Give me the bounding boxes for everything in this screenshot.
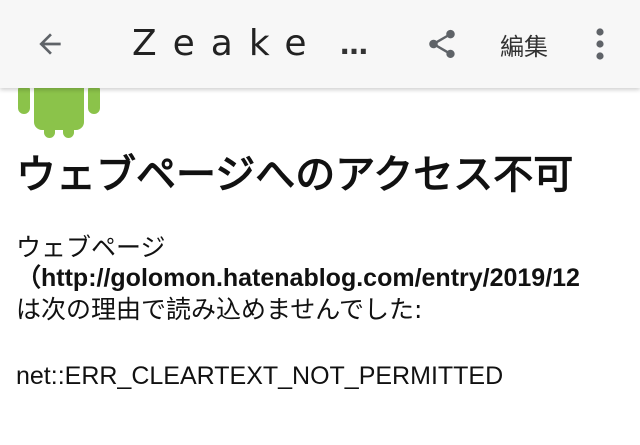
- error-code: net::ERR_CLEARTEXT_NOT_PERMITTED: [16, 362, 504, 390]
- app-toolbar: Zeake … 編集: [0, 0, 640, 88]
- share-button[interactable]: [420, 22, 464, 66]
- error-description: ウェブページ （http://golomon.hatenablog.com/en…: [16, 232, 640, 325]
- back-button[interactable]: [28, 22, 72, 66]
- share-icon: [429, 29, 455, 59]
- page-title: ウェブページへのアクセス不可: [16, 152, 574, 198]
- failed-url: （http://golomon.hatenablog.com/entry/201…: [16, 264, 580, 292]
- toolbar-title: Zeake: [132, 22, 323, 64]
- more-vert-icon: [596, 28, 604, 60]
- edit-button[interactable]: 編集: [500, 22, 548, 66]
- title-ellipsis: …: [340, 27, 368, 61]
- description-line-1: ウェブページ: [16, 233, 166, 262]
- description-line-3: は次の理由で読み込めませんでした:: [16, 295, 423, 324]
- more-options-button[interactable]: [584, 22, 616, 66]
- arrow-back-icon: [39, 33, 61, 55]
